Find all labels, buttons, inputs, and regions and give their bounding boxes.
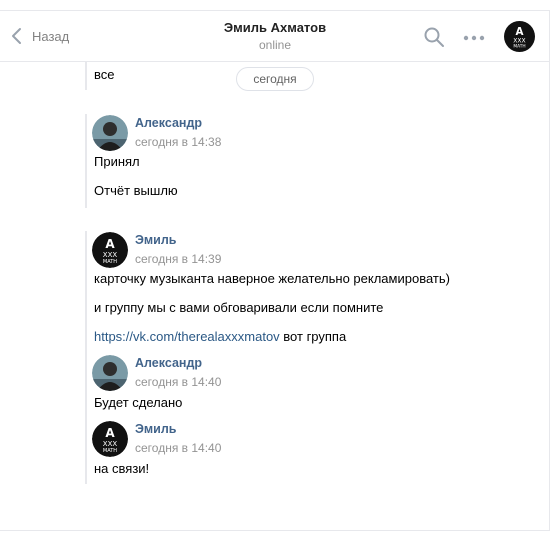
- message-author[interactable]: Александр: [135, 116, 202, 130]
- back-label: Назад: [32, 28, 70, 44]
- message-time[interactable]: сегодня в 14:39: [135, 252, 221, 266]
- avatar[interactable]: A XXX MATH: [92, 421, 128, 457]
- message-author[interactable]: Эмиль: [135, 422, 176, 436]
- message-text: на связи!: [94, 461, 150, 476]
- message-text: https://vk.com/therealaxxxmatov вот груп…: [94, 329, 346, 344]
- message-author[interactable]: Александр: [135, 356, 202, 370]
- search-icon[interactable]: [423, 26, 445, 48]
- message-time[interactable]: сегодня в 14:38: [135, 135, 221, 149]
- svg-text:A: A: [516, 26, 524, 38]
- peer-name[interactable]: Эмиль Ахматов: [180, 20, 370, 35]
- message-block-line: [85, 231, 87, 484]
- back-button[interactable]: Назад: [10, 25, 69, 47]
- svg-text:A: A: [105, 237, 115, 251]
- message-block-line: [85, 114, 87, 208]
- avatar[interactable]: A XXX MATH: [92, 232, 128, 268]
- peer-status: online: [258, 38, 292, 52]
- svg-text:A: A: [105, 426, 115, 440]
- svg-text:XXX: XXX: [513, 38, 525, 45]
- message-link[interactable]: https://vk.com/therealaxxxmatov: [94, 329, 280, 344]
- peer-info[interactable]: Эмиль Ахматов online: [180, 20, 370, 52]
- svg-text:MATH: MATH: [513, 44, 525, 50]
- avatar[interactable]: [92, 355, 128, 391]
- chevron-left-icon: [12, 28, 21, 44]
- date-divider[interactable]: сегодня: [236, 67, 314, 91]
- peer-avatar[interactable]: A XXX MATH: [504, 21, 535, 52]
- message-link-suffix: вот группа: [279, 329, 347, 344]
- message-text: Принял: [94, 154, 140, 169]
- avatar[interactable]: [92, 115, 128, 151]
- message-text: и группу мы с вами обговаривали если пом…: [94, 300, 384, 315]
- message-history: все сегодня Александр сегодня в 14:38 Пр…: [0, 62, 549, 530]
- message-block-line: [85, 62, 87, 90]
- message-text: Будет сделано: [94, 395, 183, 410]
- message-author[interactable]: Эмиль: [135, 233, 176, 247]
- svg-text:XXX: XXX: [103, 440, 118, 448]
- svg-text:XXX: XXX: [103, 251, 118, 259]
- svg-text:MATH: MATH: [103, 259, 117, 265]
- message-time[interactable]: сегодня в 14:40: [135, 441, 221, 455]
- dialog-header: Назад Эмиль Ахматов online A XXX MATH: [0, 11, 549, 62]
- message-time[interactable]: сегодня в 14:40: [135, 375, 221, 389]
- more-icon[interactable]: [462, 34, 486, 42]
- svg-text:MATH: MATH: [103, 448, 117, 454]
- message-text: Отчёт вышлю: [94, 183, 178, 198]
- message-text: карточку музыканта наверное желательно р…: [94, 271, 450, 286]
- message-text: все: [94, 67, 115, 82]
